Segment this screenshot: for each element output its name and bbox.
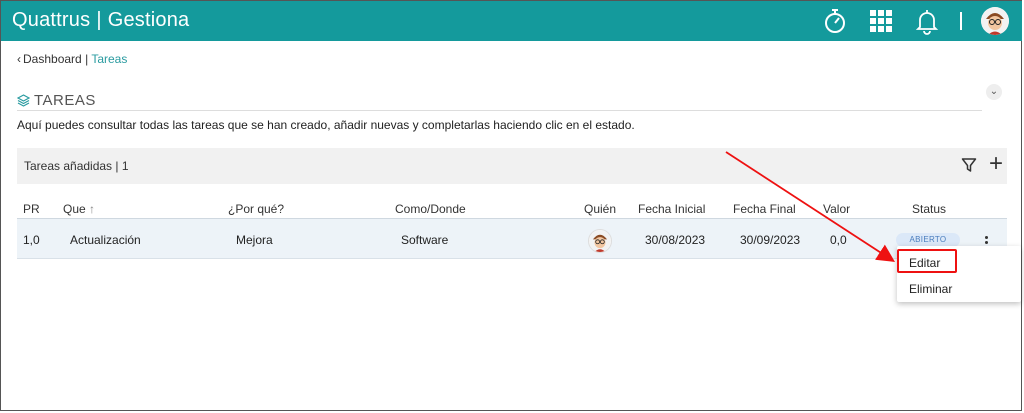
editar-highlight-box [897, 249, 957, 273]
chevron-down-icon[interactable]: ⌄ [986, 84, 1002, 100]
cell-por-que: Mejora [236, 233, 273, 247]
assignee-avatar[interactable] [588, 229, 612, 253]
breadcrumb-current: Tareas [91, 52, 128, 66]
section-description: Aquí puedes consultar todas las tareas q… [17, 118, 635, 132]
column-header-fecha-final[interactable]: Fecha Final [733, 202, 796, 216]
top-bar: Quattrus | Gestiona [1, 1, 1022, 41]
brand-product: Gestiona [107, 9, 190, 31]
menu-item-eliminar[interactable]: Eliminar [909, 282, 952, 296]
user-avatar[interactable] [981, 7, 1009, 35]
apps-grid-icon[interactable] [867, 7, 895, 35]
tasks-panel-header: Tareas añadidas | 1 + [17, 148, 1007, 184]
brand-name: Quattrus [12, 9, 91, 31]
panel-title: Tareas añadidas | 1 [24, 159, 129, 173]
column-header-quien[interactable]: Quién [584, 202, 616, 216]
column-header-status[interactable]: Status [912, 202, 946, 216]
cell-fecha-inicial: 30/08/2023 [645, 233, 706, 247]
title-divider [17, 110, 982, 111]
app-brand[interactable]: Quattrus | Gestiona [12, 9, 189, 32]
cell-que: Actualización [70, 233, 141, 247]
cell-pr: 1,0 [23, 233, 40, 247]
sort-arrow-up-icon: ↑ [89, 202, 96, 216]
column-header-valor[interactable]: Valor [823, 202, 850, 216]
column-header-que[interactable]: Que ↑ [63, 202, 95, 216]
layers-icon [16, 94, 31, 111]
chevron-left-icon: ‹ [17, 52, 21, 66]
bell-icon[interactable] [913, 7, 941, 35]
add-task-icon[interactable]: + [989, 152, 1003, 176]
breadcrumb: ‹ Dashboard | Tareas [17, 52, 127, 66]
topbar-divider [960, 12, 962, 30]
column-header-fecha-inicial[interactable]: Fecha Inicial [638, 202, 705, 216]
breadcrumb-dashboard[interactable]: Dashboard [23, 52, 82, 66]
brand-separator: | [96, 9, 102, 31]
window-frame [0, 0, 1022, 411]
breadcrumb-separator: | [85, 52, 89, 66]
column-header-como-donde[interactable]: Como/Donde [395, 202, 466, 216]
cell-como-donde: Software [401, 233, 449, 247]
column-header-pr[interactable]: PR [23, 202, 40, 216]
page-title: TAREAS [16, 92, 96, 111]
filter-icon[interactable] [961, 157, 977, 178]
cell-valor: 0,0 [830, 233, 847, 247]
column-header-que-label: Que [63, 202, 86, 216]
stopwatch-icon[interactable] [821, 7, 849, 35]
page-title-text: TAREAS [34, 92, 96, 109]
table-row[interactable] [17, 219, 1007, 259]
column-header-por-que[interactable]: ¿Por qué? [228, 202, 284, 216]
cell-fecha-final: 30/09/2023 [740, 233, 801, 247]
status-badge[interactable]: ABIERTO [896, 233, 960, 247]
